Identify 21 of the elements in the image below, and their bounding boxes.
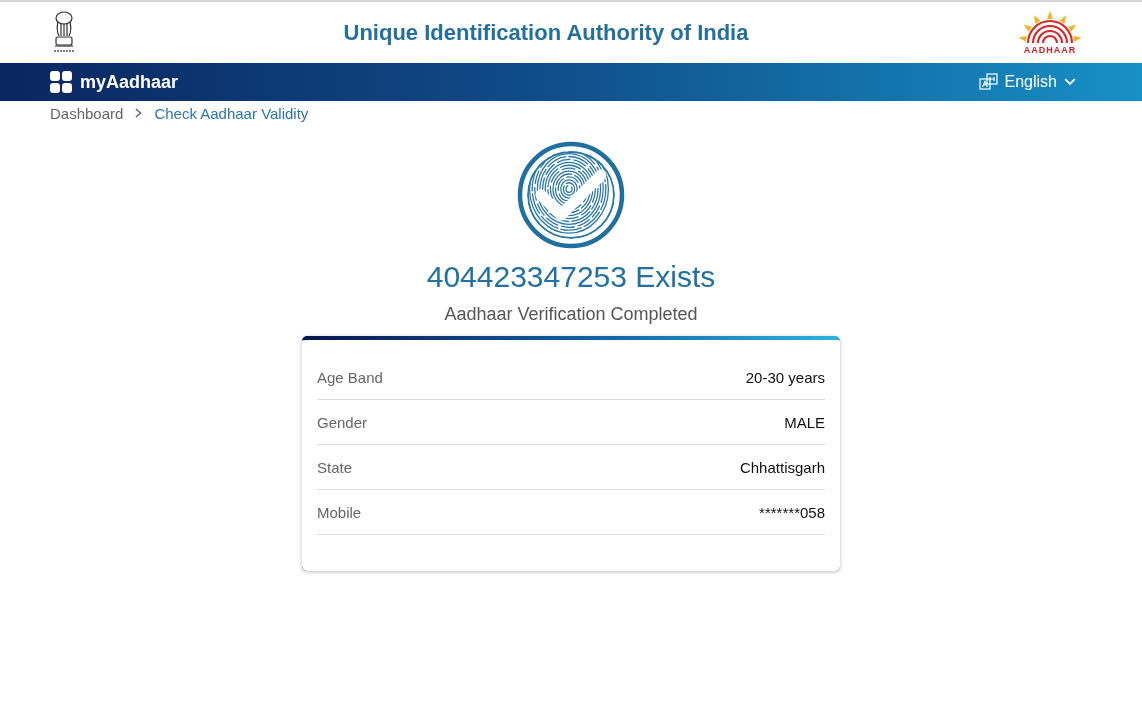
site-title: Unique Identification Authority of India <box>343 19 749 46</box>
chevron-down-icon <box>1064 78 1076 86</box>
logo-text: AADHAAR <box>1023 44 1077 55</box>
translate-icon <box>978 73 998 91</box>
language-selector[interactable]: English <box>978 73 1076 91</box>
detail-label: State <box>317 458 353 476</box>
result-heading: 404423347253 Exists <box>426 259 716 295</box>
breadcrumb-current[interactable]: Check Aadhaar Validity <box>154 104 309 122</box>
chevron-right-icon <box>135 108 143 118</box>
detail-value: MALE <box>784 413 825 431</box>
detail-value: *******058 <box>759 503 825 521</box>
detail-label: Age Band <box>317 368 383 386</box>
detail-value: 20-30 years <box>745 368 825 386</box>
result-subheading: Aadhaar Verification Completed <box>444 303 698 325</box>
grid-icon <box>50 71 72 93</box>
brand-link[interactable]: myAadhaar <box>50 71 179 93</box>
detail-label: Gender <box>317 413 368 431</box>
breadcrumb-link[interactable]: Dashboard <box>50 104 124 122</box>
detail-value: Chhattisgarh <box>739 458 825 476</box>
detail-label: Mobile <box>317 503 362 521</box>
verified-fingerprint-icon <box>517 141 625 249</box>
